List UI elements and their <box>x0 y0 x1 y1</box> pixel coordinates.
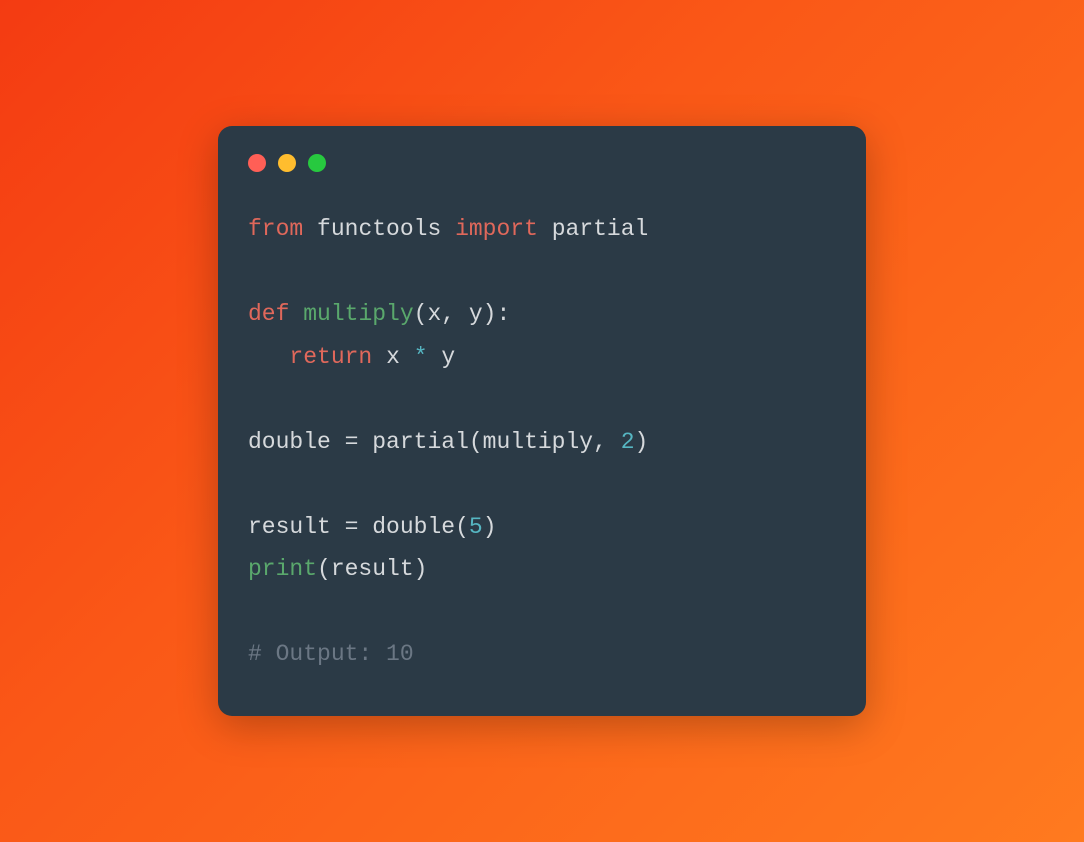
var-x: x <box>386 344 400 370</box>
print-args: (result) <box>317 556 427 582</box>
var-y: y <box>441 344 455 370</box>
assign-eq: = <box>331 429 372 455</box>
keyword-def: def <box>248 301 289 327</box>
function-name-multiply: multiply <box>303 301 413 327</box>
params: (x, y): <box>414 301 511 327</box>
close-icon[interactable] <box>248 154 266 172</box>
function-name-print: print <box>248 556 317 582</box>
comment-output: # Output: 10 <box>248 641 414 667</box>
keyword-import: import <box>455 216 538 242</box>
literal-2: 2 <box>621 429 635 455</box>
code-block: from functools import partial def multip… <box>248 208 836 676</box>
var-double: double <box>248 429 331 455</box>
import-name: partial <box>552 216 649 242</box>
paren-close: ) <box>635 429 649 455</box>
maximize-icon[interactable] <box>308 154 326 172</box>
code-window: from functools import partial def multip… <box>218 126 866 716</box>
window-titlebar <box>248 154 836 172</box>
var-result: result <box>248 514 331 540</box>
keyword-from: from <box>248 216 303 242</box>
minimize-icon[interactable] <box>278 154 296 172</box>
module-name: functools <box>317 216 441 242</box>
call-partial: partial(multiply, <box>372 429 620 455</box>
literal-5: 5 <box>469 514 483 540</box>
operator-star: * <box>414 344 428 370</box>
assign-eq: = <box>331 514 372 540</box>
keyword-return: return <box>289 344 372 370</box>
call-double: double( <box>372 514 469 540</box>
paren-close: ) <box>483 514 497 540</box>
